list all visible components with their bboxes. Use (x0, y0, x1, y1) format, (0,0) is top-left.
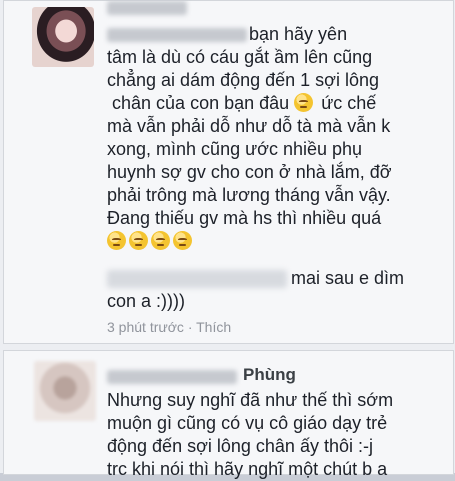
comment-text: bạn hãy yên tâm là dù có cáu gắt ầm lên … (107, 23, 452, 253)
comment-line: trc khi nói thì hãy nghĩ một chút b a (107, 459, 388, 479)
reply-suffix-line-2: con a :)))) (107, 291, 186, 311)
sad-face-emoji-icon (107, 231, 126, 250)
meta-separator: · (187, 319, 193, 335)
sad-face-emoji-icon (129, 231, 148, 250)
timestamp[interactable]: 3 phút trước (107, 319, 184, 335)
comment-line: Đang thiếu gv mà hs thì nhiều quá (107, 208, 382, 228)
sad-face-emoji-icon (294, 93, 314, 112)
comment-text: Nhưng suy nghĩ đã như thế thì sớm muộn g… (107, 389, 452, 481)
comment-line: phải trông mà lương tháng vẫn vậy. (107, 185, 391, 205)
sad-face-emoji-icon (173, 231, 192, 250)
comment-meta: 3 phút trước · Thích (107, 319, 231, 335)
author-name-blurred[interactable] (107, 370, 237, 384)
author-name[interactable]: Phùng (243, 365, 296, 385)
reply-suffix: mai sau e dìm (291, 268, 405, 288)
comment-line: chân của con bạn đâu (112, 93, 290, 113)
comment-line: Nhưng suy nghĩ đã như thế thì sớm (107, 390, 394, 410)
comment-line: chẳng ai dám động đến 1 sợi lông (107, 70, 379, 90)
comment-first-line: bạn hãy yên (249, 24, 348, 44)
sad-face-emoji-icon (151, 231, 170, 250)
author-name-blurred[interactable] (107, 1, 187, 15)
comment-line: huynh sợ gv cho con ở nhà lắm, đỡ (107, 162, 392, 182)
avatar[interactable] (32, 7, 94, 67)
like-link[interactable]: Thích (196, 319, 231, 335)
comment-line: mà vẫn phải dỗ như dỗ tà mà vẫn k (107, 116, 391, 136)
screenshot-frame: bạn hãy yên tâm là dù có cáu gắt ầm lên … (0, 0, 455, 479)
comment-line: xong, mình cũng ước nhiều phụ (107, 139, 363, 159)
tagged-name-blurred[interactable] (107, 270, 287, 288)
comment-card: bạn hãy yên tâm là dù có cáu gắt ầm lên … (3, 0, 454, 344)
avatar[interactable] (34, 361, 96, 421)
comment-line: muộn gì cũng có vụ cô giáo dạy trẻ (107, 413, 388, 433)
comment-line: động đến sợi lông chân ấy thôi :-j (107, 436, 373, 456)
comment-line: tâm là dù có cáu gắt ầm lên cũng (107, 47, 373, 67)
comment-card: Phùng Nhưng suy nghĩ đã như thế thì sớm … (3, 350, 454, 479)
comment-line: ức chế (321, 93, 377, 113)
